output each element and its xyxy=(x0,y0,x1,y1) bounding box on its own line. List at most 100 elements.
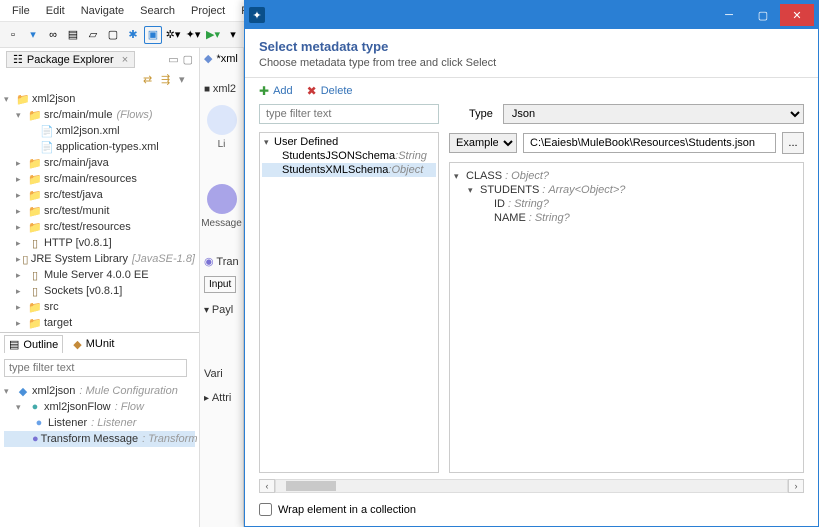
scroll-thumb[interactable] xyxy=(286,481,336,491)
toolbar-last-icon[interactable]: ▾ xyxy=(224,26,242,44)
scroll-track[interactable] xyxy=(275,479,788,493)
editor-tab[interactable]: ◆ *xml xyxy=(200,48,243,69)
maximize-icon[interactable]: ▢ xyxy=(183,53,193,66)
dialog-title: Select metadata type xyxy=(259,39,804,54)
tree-src[interactable]: src xyxy=(44,301,59,313)
schema-json-node[interactable]: StudentsJSONSchema : String xyxy=(262,149,436,163)
metadata-dialog: ✦ ─ ▢ ✕ Select metadata type Choose meta… xyxy=(244,0,819,527)
flow-message-circle[interactable] xyxy=(207,184,237,214)
attributes-label[interactable]: Attri xyxy=(212,392,232,404)
editor-section-xml2: ■ xml2 xyxy=(200,77,243,101)
toolbar-icon-6[interactable]: ▢ xyxy=(104,26,122,44)
tree-src-test-munit[interactable]: src/test/munit xyxy=(44,205,109,217)
tree-mule-server[interactable]: Mule Server 4.0.0 EE xyxy=(44,269,149,281)
user-defined-node[interactable]: User Defined xyxy=(274,136,338,148)
toolbar-bug-icon[interactable]: ✦▾ xyxy=(184,26,202,44)
outline-filter-input[interactable] xyxy=(4,359,187,377)
menu-search[interactable]: Search xyxy=(132,3,183,19)
outline-listener[interactable]: Listener xyxy=(48,417,87,429)
source-path-input[interactable] xyxy=(523,133,776,153)
outline-flow[interactable]: xml2jsonFlow xyxy=(44,401,111,413)
tree-src-main-res[interactable]: src/main/resources xyxy=(44,173,137,185)
type-filter-input[interactable] xyxy=(259,104,439,124)
menu-dropdown-icon[interactable]: ▾ xyxy=(179,73,193,87)
window-minimize-button[interactable]: ─ xyxy=(712,4,746,26)
tree-root[interactable]: xml2json xyxy=(32,93,75,105)
tree-src-test-res[interactable]: src/test/resources xyxy=(44,221,131,233)
link-editor-icon[interactable]: ⇶ xyxy=(161,73,175,87)
outline-icon: ▤ xyxy=(9,338,19,351)
type-select[interactable]: Json xyxy=(503,104,804,124)
editor-tab-label: *xml xyxy=(216,53,237,65)
minimize-icon[interactable]: ▭ xyxy=(168,53,178,66)
outline-tree[interactable]: ▾◆xml2json: Mule Configuration ▾●xml2jso… xyxy=(0,381,199,449)
hscrollbar[interactable]: ‹ › xyxy=(259,477,804,495)
dialog-titlebar[interactable]: ✦ ─ ▢ ✕ xyxy=(245,1,818,29)
munit-tab[interactable]: ◆ MUnit xyxy=(69,336,118,353)
scroll-right-icon[interactable]: › xyxy=(788,479,804,493)
tree-app-types[interactable]: application-types.xml xyxy=(56,141,159,153)
variables-label[interactable]: Vari xyxy=(204,368,223,380)
tree-src-test-java[interactable]: src/test/java xyxy=(44,189,103,201)
menu-edit[interactable]: Edit xyxy=(38,3,73,19)
user-defined-tree[interactable]: ▾User Defined StudentsJSONSchema : Strin… xyxy=(260,133,438,179)
schema-id[interactable]: ID xyxy=(494,198,505,210)
toolbar-run-icon[interactable]: ▶▾ xyxy=(204,26,222,44)
add-button[interactable]: ✚ Add xyxy=(259,84,293,98)
source-kind-select[interactable]: Example xyxy=(449,133,517,153)
scroll-left-icon[interactable]: ‹ xyxy=(259,479,275,493)
delete-button[interactable]: ✖ Delete xyxy=(307,84,353,98)
toolbar-saveall-icon[interactable]: ▤ xyxy=(64,26,82,44)
window-close-button[interactable]: ✕ xyxy=(780,4,814,26)
dialog-subtitle: Choose metadata type from tree and click… xyxy=(259,57,804,69)
dialog-header: Select metadata type Choose metadata typ… xyxy=(245,29,818,78)
menu-file[interactable]: File xyxy=(4,3,38,19)
tree-http[interactable]: HTTP [v0.8.1] xyxy=(44,237,112,249)
wrap-checkbox[interactable] xyxy=(259,503,272,516)
toolbar-debug-icon[interactable]: ✱ xyxy=(124,26,142,44)
package-explorer-tab[interactable]: ☷ Package Explorer × xyxy=(6,51,135,68)
type-label: Type xyxy=(469,108,493,120)
flow-li-label: Li xyxy=(200,139,243,150)
outline-flow-type: : Flow xyxy=(115,401,144,413)
window-maximize-button[interactable]: ▢ xyxy=(746,4,780,26)
browse-button[interactable]: ... xyxy=(782,132,804,154)
flow-listener-circle[interactable] xyxy=(207,105,237,135)
outline-tab[interactable]: ▤ Outline xyxy=(4,335,63,353)
schema-xml-node[interactable]: StudentsXMLSchema : Object xyxy=(262,163,436,177)
tree-xml2json-xml[interactable]: xml2json.xml xyxy=(56,125,120,137)
schema-class[interactable]: CLASS xyxy=(466,170,502,182)
toolbar-save-icon[interactable]: ▾ xyxy=(24,26,42,44)
close-icon[interactable]: × xyxy=(122,54,128,66)
toolbar-ds-icon[interactable]: ▣ xyxy=(144,26,162,44)
schema-name[interactable]: NAME xyxy=(494,212,526,224)
tree-src-main-java[interactable]: src/main/java xyxy=(44,157,109,169)
flow-message-label: Message xyxy=(200,218,243,229)
tree-sockets[interactable]: Sockets [v0.8.1] xyxy=(44,285,122,297)
schema-tree[interactable]: ▾CLASS : Object? ▾STUDENTS : Array<Objec… xyxy=(449,162,804,473)
delete-label: Delete xyxy=(321,85,353,97)
toolbar-icon-5[interactable]: ▱ xyxy=(84,26,102,44)
payload-label[interactable]: Payl xyxy=(212,304,233,316)
source-row: Example ... xyxy=(449,132,804,154)
package-explorer-title: Package Explorer xyxy=(27,54,114,66)
schema-students[interactable]: STUDENTS xyxy=(480,184,539,196)
project-tree[interactable]: ▾📁xml2json ▾📁src/main/mule(Flows) 📄xml2j… xyxy=(0,89,199,332)
mule-file-icon: ◆ xyxy=(204,52,212,65)
menu-navigate[interactable]: Navigate xyxy=(73,3,132,19)
dialog-body: Type Json ▾User Defined StudentsJSONSche… xyxy=(245,104,818,495)
tree-src-main-mule[interactable]: src/main/mule xyxy=(44,109,112,121)
menu-project[interactable]: Project xyxy=(183,3,233,19)
outline-panel: ▤ Outline ◆ MUnit ▾◆xml2json: Mule Confi… xyxy=(0,332,199,527)
outline-root[interactable]: xml2json xyxy=(32,385,75,397)
toolbar-infinity-icon[interactable]: ∞ xyxy=(44,26,62,44)
tree-target[interactable]: target xyxy=(44,317,72,329)
collapse-all-icon[interactable]: ⇄ xyxy=(143,73,157,87)
toolbar-new-icon[interactable]: ▫ xyxy=(4,26,22,44)
tree-jre[interactable]: JRE System Library xyxy=(31,253,128,265)
wrap-label[interactable]: Wrap element in a collection xyxy=(278,504,416,516)
input-label: Input xyxy=(204,276,236,293)
outline-transform[interactable]: Transform Message xyxy=(41,433,138,445)
toolbar-gear-icon[interactable]: ✲▾ xyxy=(164,26,182,44)
dialog-footer: Wrap element in a collection xyxy=(245,495,818,526)
